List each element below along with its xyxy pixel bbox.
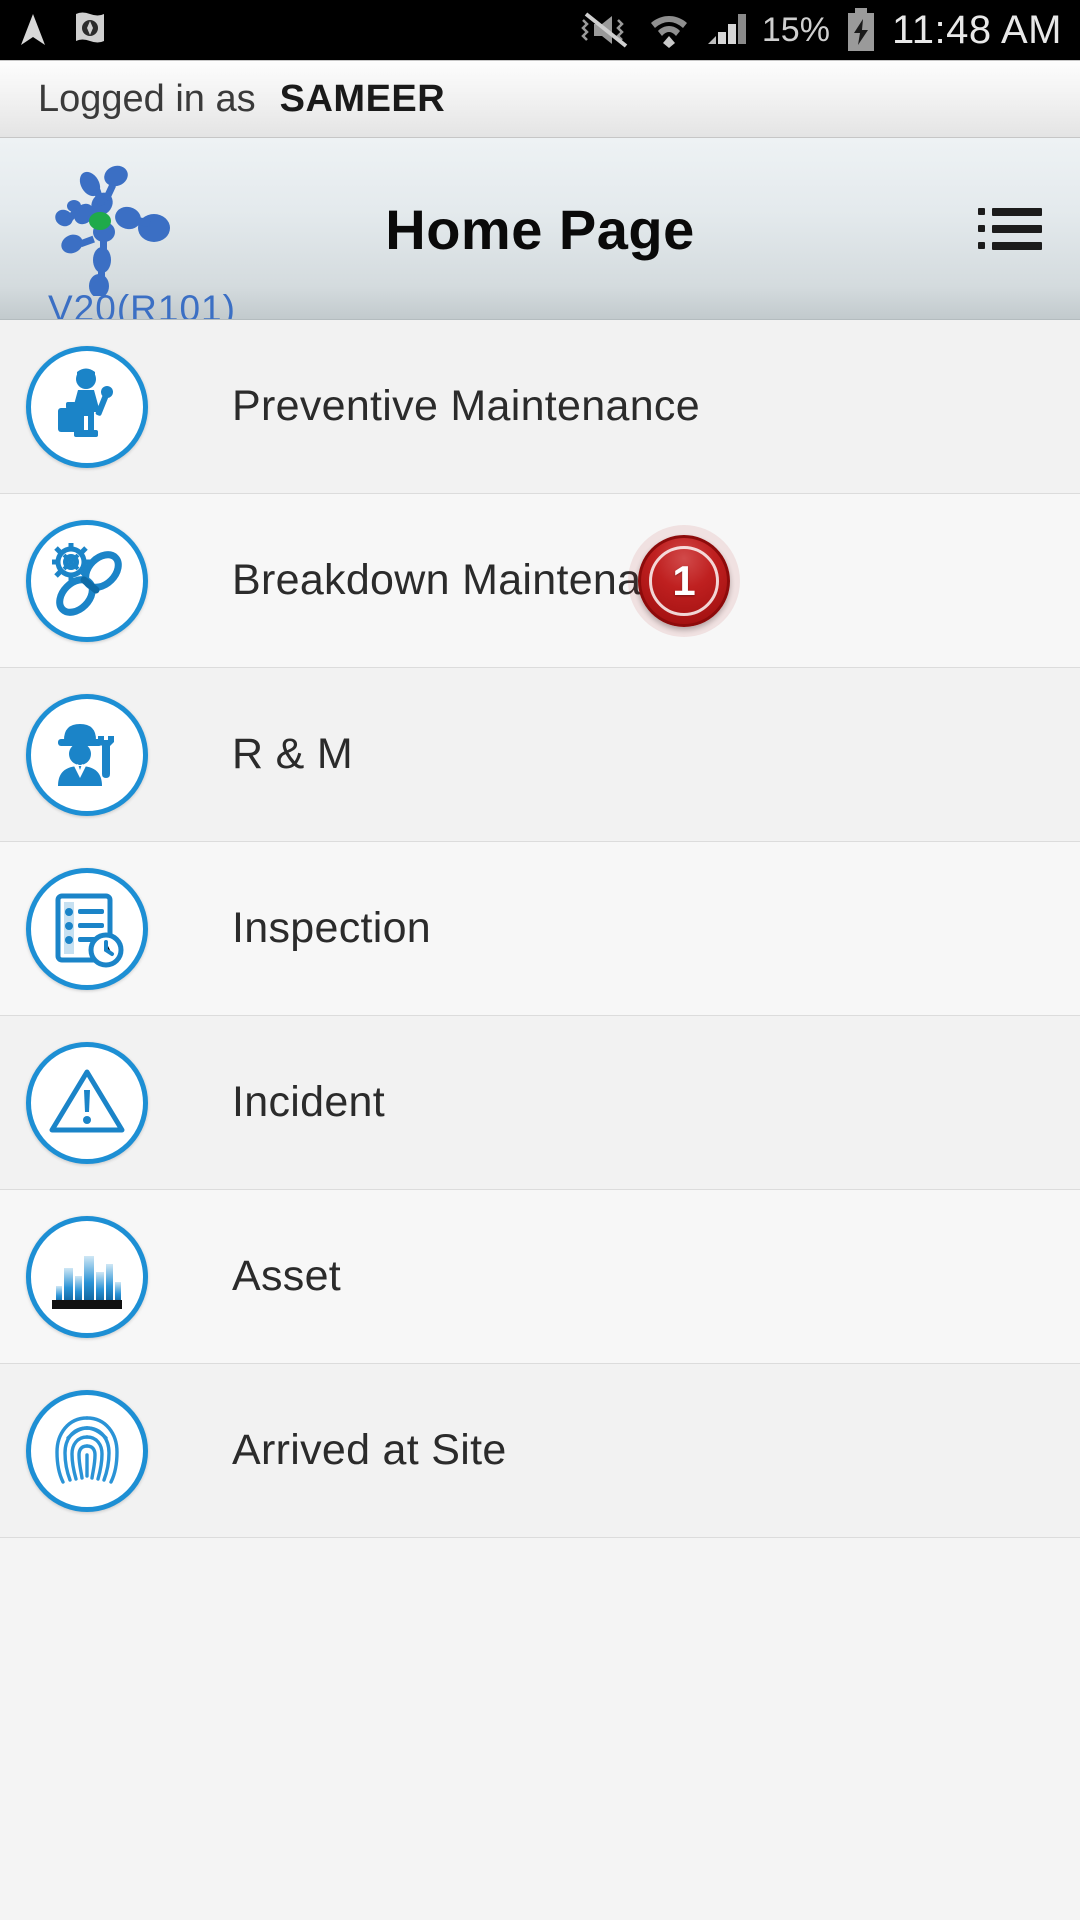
menu-item-label: Inspection	[232, 904, 432, 952]
menu-item-arrived-at-site[interactable]: Arrived at Site	[0, 1364, 1080, 1538]
menu-item-asset[interactable]: Asset	[0, 1190, 1080, 1364]
badge-count: 1	[672, 556, 696, 604]
status-bar-right-icons: 15% 11:48 AM	[578, 0, 1062, 60]
navigation-arrow-icon	[21, 14, 45, 45]
menu-item-label: Asset	[232, 1252, 342, 1300]
menu-item-label: Arrived at Site	[232, 1426, 507, 1474]
signal-icon	[707, 14, 746, 44]
network-molecule-logo	[44, 156, 194, 298]
status-bar-clock: 11:48 AM	[891, 8, 1062, 52]
menu-bar	[992, 207, 1042, 216]
battery-percent-label: 15%	[761, 11, 830, 49]
menu-item-incident[interactable]: Incident	[0, 1016, 1080, 1190]
factory-skyline-icon	[26, 1215, 148, 1338]
menu-item-label: Incident	[232, 1078, 386, 1126]
list-menu-icon[interactable]	[978, 201, 1042, 257]
menu-row	[978, 207, 1042, 216]
menu-dot	[978, 208, 985, 215]
menu-bar	[992, 224, 1042, 233]
worker-with-toolbox-icon	[26, 345, 148, 468]
clipboard-checklist-clock-icon	[26, 867, 148, 990]
app-header: V20(R101) Home Page	[0, 138, 1080, 320]
status-badge: 1	[638, 534, 730, 627]
mute-vibrate-icon	[581, 12, 628, 48]
menu-item-preventive-maintenance[interactable]: Preventive Maintenance	[0, 320, 1080, 494]
app-version-label: V20(R101)	[48, 288, 236, 320]
menu-bar	[992, 241, 1042, 250]
menu-item-breakdown-maintenance[interactable]: Breakdown Maintenance 1	[0, 494, 1080, 668]
logged-in-username: SAMEER	[279, 77, 446, 120]
home-menu-list: Preventive Maintenance Breakdown Mainten…	[0, 320, 1080, 1538]
wifi-icon	[650, 16, 687, 48]
logged-in-bar: Logged in as SAMEER	[0, 60, 1080, 138]
logged-in-label: Logged in as	[38, 77, 256, 120]
warning-triangle-icon	[26, 1041, 148, 1164]
menu-dot	[978, 242, 985, 249]
menu-item-label: Preventive Maintenance	[232, 382, 700, 430]
compass-app-icon	[76, 12, 104, 43]
menu-row	[978, 241, 1042, 250]
gear-broken-chain-icon	[26, 519, 148, 642]
status-bar: 15% 11:48 AM	[0, 0, 1080, 60]
menu-row	[978, 224, 1042, 233]
battery-charging-icon	[847, 8, 874, 51]
fingerprint-icon	[26, 1389, 148, 1512]
worker-hardhat-wrench-icon	[26, 693, 148, 816]
menu-item-r-and-m[interactable]: R & M	[0, 668, 1080, 842]
menu-dot	[978, 225, 985, 232]
menu-item-inspection[interactable]: Inspection	[0, 842, 1080, 1016]
status-bar-left-icons	[18, 11, 110, 49]
menu-item-label: R & M	[232, 730, 353, 778]
